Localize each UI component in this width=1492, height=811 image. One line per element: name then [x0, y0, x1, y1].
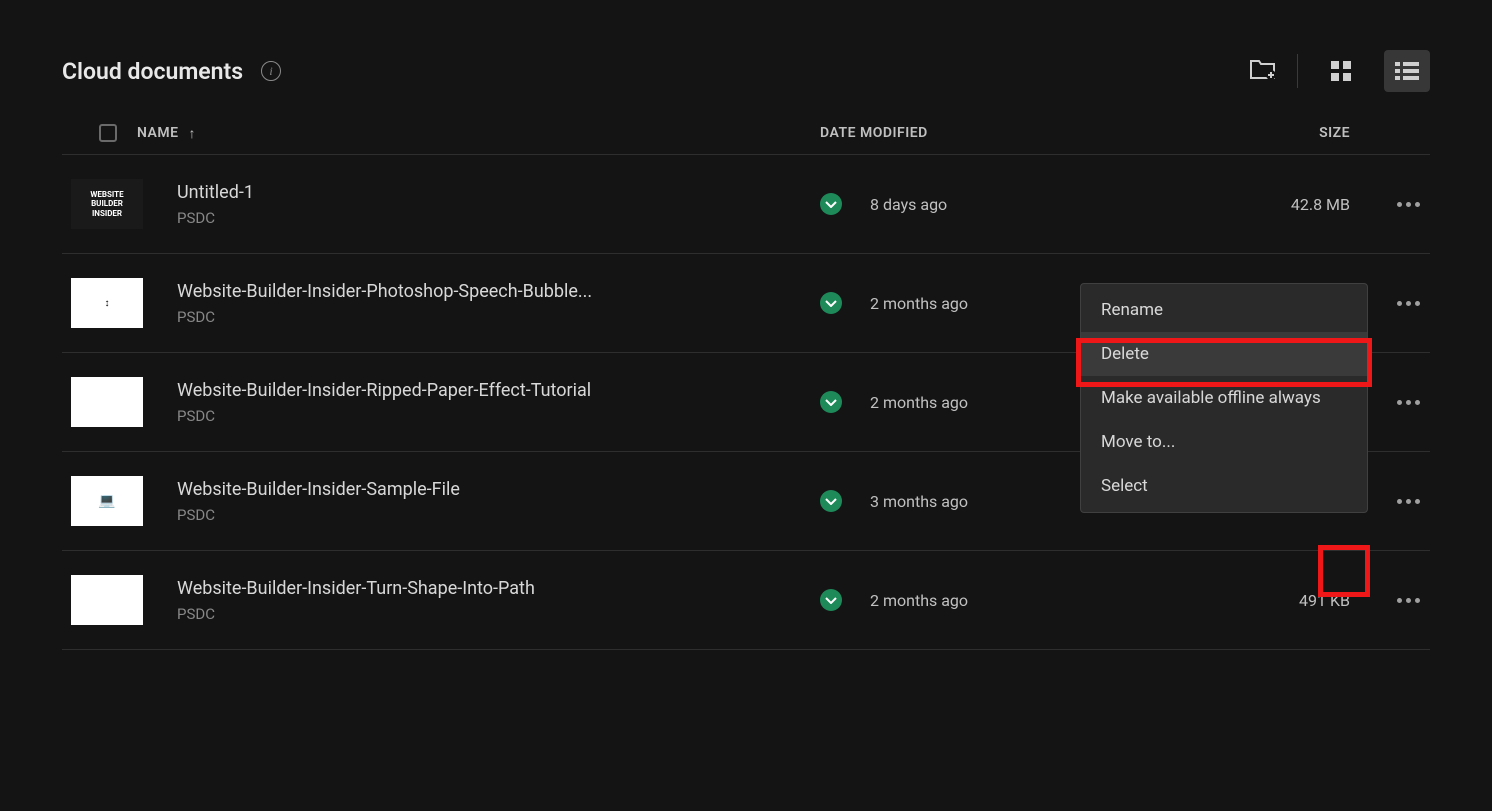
grid-view-button[interactable] [1318, 50, 1364, 92]
file-thumbnail [71, 377, 143, 427]
date-modified: 8 days ago [870, 195, 1220, 214]
table-row[interactable]: Website-Builder-Insider-Turn-Shape-Into-… [62, 551, 1430, 650]
thumbnail-cell: ↕ [62, 278, 177, 328]
file-name: Untitled-1 [177, 182, 820, 203]
file-size: 491 KB [1220, 591, 1350, 610]
more-actions-button[interactable] [1391, 394, 1426, 411]
more-actions-button[interactable] [1391, 295, 1426, 312]
sync-icon [820, 490, 842, 512]
info-icon[interactable]: i [261, 61, 281, 81]
name-column-header[interactable]: NAME ↑ [137, 125, 820, 142]
new-folder-icon[interactable] [1249, 57, 1277, 85]
sort-arrow-icon: ↑ [189, 125, 197, 142]
file-type: PSDC [177, 605, 820, 623]
list-view-button[interactable] [1384, 50, 1430, 92]
sync-status-cell [820, 589, 870, 611]
date-modified: 2 months ago [870, 591, 1220, 610]
header-right [1249, 50, 1430, 92]
context-menu: Rename Delete Make available offline alw… [1080, 283, 1368, 513]
sync-status-cell [820, 193, 870, 215]
sync-icon [820, 193, 842, 215]
file-thumbnail: WEBSITEBUILDERINSIDER [71, 179, 143, 229]
file-name: Website-Builder-Insider-Photoshop-Speech… [177, 281, 820, 302]
file-info: Website-Builder-Insider-Sample-File PSDC [177, 479, 820, 524]
select-all-checkbox[interactable] [99, 124, 117, 142]
more-actions-button[interactable] [1391, 592, 1426, 609]
page-header: Cloud documents i [0, 0, 1492, 112]
size-column-header[interactable]: SIZE [1220, 125, 1350, 141]
table-header-row: NAME ↑ DATE MODIFIED SIZE [62, 112, 1430, 155]
select-all-cell [62, 124, 137, 142]
file-name: Website-Builder-Insider-Ripped-Paper-Eff… [177, 380, 820, 401]
file-type: PSDC [177, 209, 820, 227]
actions-cell [1350, 196, 1430, 213]
sync-icon [820, 292, 842, 314]
file-thumbnail: 💻 [71, 476, 143, 526]
context-menu-select[interactable]: Select [1081, 464, 1367, 508]
file-info: Website-Builder-Insider-Photoshop-Speech… [177, 281, 820, 326]
size-header-label: SIZE [1319, 125, 1350, 141]
date-column-header[interactable]: DATE MODIFIED [820, 125, 1220, 141]
file-size: 42.8 MB [1220, 195, 1350, 214]
file-thumbnail: ↕ [71, 278, 143, 328]
more-actions-button[interactable] [1391, 493, 1426, 510]
sync-icon [820, 589, 842, 611]
file-info: Website-Builder-Insider-Ripped-Paper-Eff… [177, 380, 820, 425]
file-type: PSDC [177, 506, 820, 524]
context-menu-moveto[interactable]: Move to... [1081, 420, 1367, 464]
context-menu-offline[interactable]: Make available offline always [1081, 376, 1367, 420]
file-name: Website-Builder-Insider-Turn-Shape-Into-… [177, 578, 820, 599]
table-row[interactable]: WEBSITEBUILDERINSIDER Untitled-1 PSDC 8 … [62, 155, 1430, 254]
sync-status-cell [820, 391, 870, 413]
sync-status-cell [820, 292, 870, 314]
file-info: Untitled-1 PSDC [177, 182, 820, 227]
file-type: PSDC [177, 407, 820, 425]
name-header-label: NAME [137, 125, 179, 141]
date-header-label: DATE MODIFIED [820, 125, 928, 141]
thumbnail-cell [62, 575, 177, 625]
thumbnail-cell: 💻 [62, 476, 177, 526]
context-menu-delete[interactable]: Delete [1081, 332, 1367, 376]
file-type: PSDC [177, 308, 820, 326]
file-info: Website-Builder-Insider-Turn-Shape-Into-… [177, 578, 820, 623]
thumbnail-cell: WEBSITEBUILDERINSIDER [62, 179, 177, 229]
more-actions-button[interactable] [1391, 196, 1426, 213]
actions-cell [1350, 592, 1430, 609]
page-title: Cloud documents [62, 58, 243, 85]
toolbar-divider [1297, 54, 1298, 88]
header-left: Cloud documents i [62, 58, 281, 85]
sync-icon [820, 391, 842, 413]
file-name: Website-Builder-Insider-Sample-File [177, 479, 820, 500]
file-thumbnail [71, 575, 143, 625]
thumbnail-cell [62, 377, 177, 427]
sync-status-cell [820, 490, 870, 512]
context-menu-rename[interactable]: Rename [1081, 288, 1367, 332]
